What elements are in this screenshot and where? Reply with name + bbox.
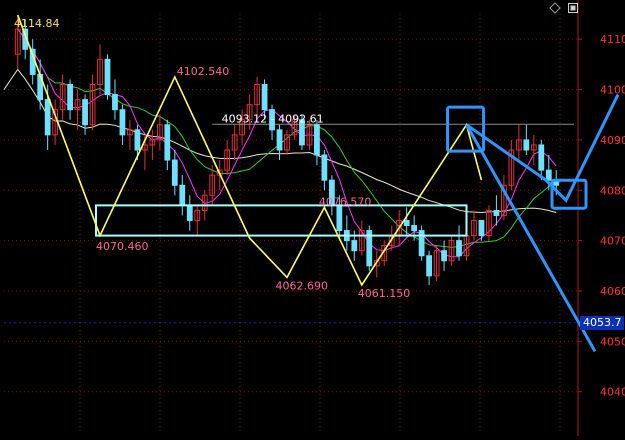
candle-body bbox=[44, 99, 51, 136]
y-tick-label: 4040 bbox=[600, 386, 625, 399]
candle-body bbox=[538, 144, 545, 171]
y-tick-label: 4100 bbox=[600, 84, 625, 97]
price-annotation: 4070.460 bbox=[96, 240, 149, 253]
chart-area[interactable]: 4110 4100 4090 4080 4070 4060 4050 4040 4102.540… bbox=[0, 0, 625, 436]
y-tick-label: 4070 bbox=[600, 235, 625, 248]
candle-body bbox=[171, 159, 178, 186]
candle-body bbox=[112, 94, 118, 111]
price-annotation: 4061.150 bbox=[358, 287, 411, 300]
candle-body bbox=[411, 225, 418, 232]
candle-body bbox=[82, 99, 88, 126]
candle-body bbox=[418, 230, 425, 257]
zigzag-line bbox=[16, 14, 483, 287]
candle-body bbox=[336, 204, 343, 232]
candle-body bbox=[403, 219, 410, 227]
candle-body bbox=[134, 129, 141, 151]
window-icon[interactable] bbox=[567, 2, 579, 14]
candle-body bbox=[186, 204, 193, 221]
candle-body bbox=[321, 154, 328, 181]
y-tick-label: 4080 bbox=[600, 184, 625, 197]
candle-body bbox=[276, 129, 283, 151]
candle-body bbox=[478, 219, 485, 237]
candle-body bbox=[545, 169, 552, 181]
candle-body bbox=[523, 139, 530, 151]
price-annotation: 4062.690 bbox=[276, 279, 329, 292]
candle-body bbox=[261, 84, 268, 111]
candlestick-chart[interactable]: 4110 4100 4090 4080 4070 4060 4050 4040 4102.540… bbox=[0, 0, 625, 436]
candle-body bbox=[426, 255, 433, 277]
candle-body bbox=[164, 124, 171, 161]
candle-body bbox=[119, 109, 126, 136]
candle-body bbox=[441, 250, 447, 262]
candle-body bbox=[351, 240, 358, 252]
price-annotation: 4102.540 bbox=[177, 65, 230, 78]
current-price-label: 4053.7 bbox=[580, 315, 624, 330]
y-tick-label: 4110 bbox=[600, 33, 625, 46]
diamond-icon[interactable] bbox=[549, 2, 561, 14]
price-annotation: 4076.570 bbox=[319, 195, 372, 208]
y-tick-label: 4090 bbox=[600, 134, 625, 147]
candle-body bbox=[179, 184, 186, 206]
candle-body bbox=[314, 124, 320, 156]
series-value: 4114.84 bbox=[14, 17, 60, 30]
candle-body bbox=[456, 240, 462, 257]
candle-body bbox=[67, 84, 73, 111]
y-tick-label: 4050 bbox=[600, 335, 625, 348]
candle-body bbox=[104, 58, 111, 96]
candle-body bbox=[493, 209, 500, 216]
price-annotation: 4093.12 - 4092.61 bbox=[222, 112, 324, 125]
y-tick-label: 4060 bbox=[600, 285, 625, 298]
